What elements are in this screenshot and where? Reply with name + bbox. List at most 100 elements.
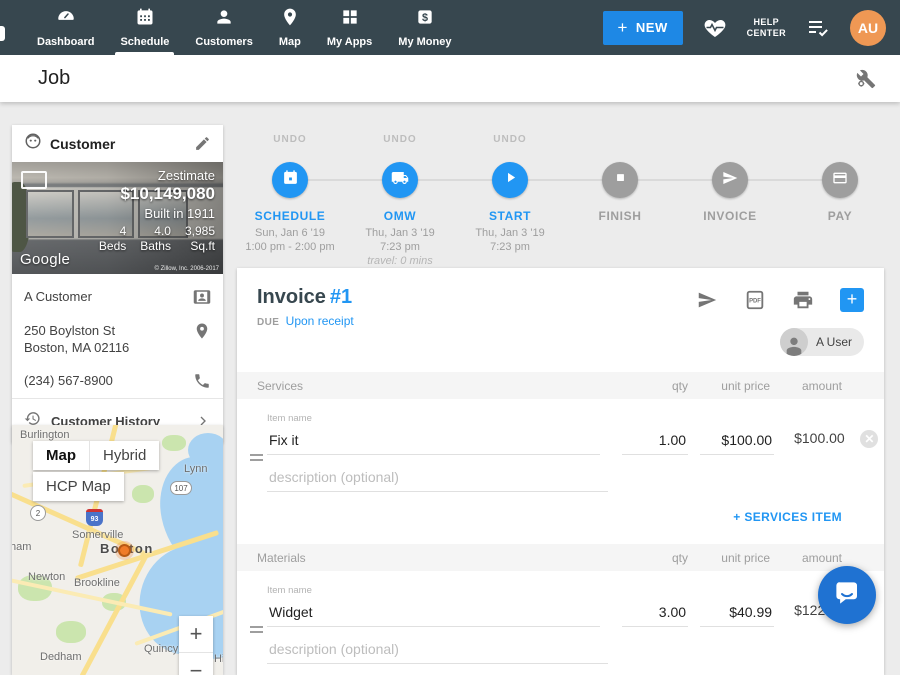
item-name-input[interactable] (267, 598, 600, 627)
stat-beds: 4Beds (99, 224, 126, 254)
add-invoice-button[interactable]: + (840, 288, 864, 312)
invoice-card: Invoice#1 DUE Upon receipt PDF + (237, 268, 884, 675)
street-view-photo[interactable]: Zestimate $10,149,080 Built in 1911 4Bed… (12, 162, 223, 274)
nav-item-my-apps[interactable]: My Apps (314, 0, 385, 55)
chat-launcher-button[interactable] (818, 566, 876, 624)
item-unit-price-input[interactable] (700, 598, 774, 627)
customer-name: A Customer (24, 288, 92, 305)
customer-card-header: Customer (12, 125, 223, 162)
materials-header-bar: Materials qty unit price amount (237, 544, 884, 571)
route-107-shield: 107 (170, 481, 192, 495)
add-services-item-link[interactable]: + SERVICES ITEM (733, 510, 842, 524)
google-logo: Google (20, 251, 70, 268)
map-label: Dedham (40, 651, 82, 663)
customer-phone: (234) 567-8900 (24, 372, 113, 389)
plus-icon: + (617, 18, 627, 38)
nav-item-my-money[interactable]: $ My Money (385, 0, 464, 55)
zoom-out-button[interactable]: − (179, 652, 213, 675)
credit-card-icon (832, 170, 848, 191)
svg-text:$: $ (422, 12, 428, 24)
map-type-hybrid-button[interactable]: Hybrid (89, 441, 159, 470)
print-icon[interactable] (792, 289, 814, 311)
item-qty-input[interactable] (622, 598, 688, 627)
chat-bubble-icon (832, 578, 862, 613)
step-pay: PAY (785, 134, 895, 268)
customer-face-icon (24, 132, 42, 155)
new-button[interactable]: + NEW (603, 11, 683, 45)
job-settings-wrench-gear-icon[interactable] (856, 69, 876, 89)
undo-link[interactable]: UNDO (455, 134, 565, 154)
invoice-header: Invoice#1 DUE Upon receipt PDF + (237, 268, 884, 372)
amount-column-header: amount (786, 551, 842, 565)
location-pin-icon[interactable] (193, 322, 211, 340)
invoice-number[interactable]: #1 (330, 286, 352, 308)
edit-pencil-icon[interactable] (194, 135, 211, 152)
nav-item-label: Dashboard (37, 36, 94, 48)
job-progress-stepper: UNDO SCHEDULE Sun, Jan 6 '19 1:00 pm - 2… (235, 134, 895, 268)
zillow-attribution: © Zillow, Inc. 2006-2017 (155, 266, 219, 272)
job-location-marker[interactable] (118, 544, 131, 557)
phone-icon[interactable] (193, 372, 211, 390)
step-invoice: INVOICE (675, 134, 785, 268)
remove-item-icon[interactable]: ✕ (860, 430, 878, 448)
help-center-link[interactable]: HELP CENTER (747, 17, 786, 39)
nav-item-dashboard[interactable]: Dashboard (24, 0, 107, 55)
step-finish-button[interactable] (602, 162, 638, 198)
user-avatar[interactable]: AU (850, 10, 886, 46)
health-heart-pulse-icon[interactable] (703, 16, 727, 40)
zestimate-overlay: Zestimate $10,149,080 Built in 1911 4Bed… (99, 168, 215, 254)
map-type-hcp-button[interactable]: HCP Map (33, 472, 124, 501)
home-stats: 4Beds 4.0Baths 3,985Sq.ft (99, 224, 215, 254)
unit-price-column-header: unit price (700, 551, 770, 565)
item-description-input[interactable] (267, 635, 608, 664)
step-start-button[interactable] (492, 162, 528, 198)
drag-handle-icon[interactable] (250, 451, 263, 464)
step-pay-button[interactable] (822, 162, 858, 198)
undo-link[interactable]: UNDO (345, 134, 455, 154)
step-invoice-button[interactable] (712, 162, 748, 198)
due-value-link[interactable]: Upon receipt (286, 314, 354, 328)
nav-item-schedule[interactable]: Schedule (107, 0, 182, 55)
pdf-icon[interactable]: PDF (744, 289, 766, 311)
send-invoice-icon[interactable] (696, 289, 718, 311)
map-label: Lynn (184, 463, 207, 475)
customer-address-row: 250 Boylston St Boston, MA 02116 (12, 314, 223, 364)
step-schedule-button[interactable] (272, 162, 308, 198)
due-label: DUE (257, 317, 279, 328)
drag-handle-icon[interactable] (250, 623, 263, 636)
qty-column-header: qty (626, 551, 688, 565)
step-label: FINISH (565, 209, 675, 223)
map-label: ham (12, 541, 31, 553)
item-qty-input[interactable] (622, 426, 688, 455)
section-name: Materials (257, 551, 604, 565)
checklist-icon[interactable] (806, 16, 830, 40)
truck-icon (391, 169, 409, 192)
step-omw-button[interactable] (382, 162, 418, 198)
step-label: PAY (785, 209, 895, 223)
materials-add-row: + MATERIALS ITEM (237, 664, 884, 675)
stop-icon (613, 170, 628, 190)
calendar-icon (282, 169, 299, 191)
zoom-in-button[interactable]: + (179, 616, 213, 652)
route-2-shield: 2 (30, 505, 46, 521)
item-description-input[interactable] (267, 463, 608, 492)
customer-info: A Customer 250 Boylston St Boston, MA 02… (12, 274, 223, 443)
street-view-expand-icon[interactable] (21, 171, 47, 189)
item-unit-price-input[interactable] (700, 426, 774, 455)
contact-card-icon[interactable] (193, 288, 211, 306)
customer-card: Customer Zestimate $10,149,080 Built in … (12, 125, 223, 443)
map-label: Somerville (72, 529, 123, 541)
undo-link[interactable]: UNDO (235, 134, 345, 154)
assigned-user-chip[interactable]: A User (780, 328, 864, 356)
item-name-input[interactable] (267, 426, 600, 455)
nav-item-map[interactable]: Map (266, 0, 314, 55)
qty-column-header: qty (626, 379, 688, 393)
help-center-line2: CENTER (747, 28, 786, 39)
nav-item-customers[interactable]: Customers (182, 0, 265, 55)
user-silhouette-icon (780, 328, 808, 356)
job-page: Dashboard Schedule Customers Map (0, 0, 900, 675)
map-widget[interactable]: Burlington Lynn Somerville Boston ham Ne… (12, 425, 223, 675)
map-type-map-button[interactable]: Map (33, 441, 89, 470)
service-item-row: Item name $100.00 ✕ (237, 399, 884, 492)
step-schedule-dates: Sun, Jan 6 '19 1:00 pm - 2:00 pm (235, 226, 345, 254)
